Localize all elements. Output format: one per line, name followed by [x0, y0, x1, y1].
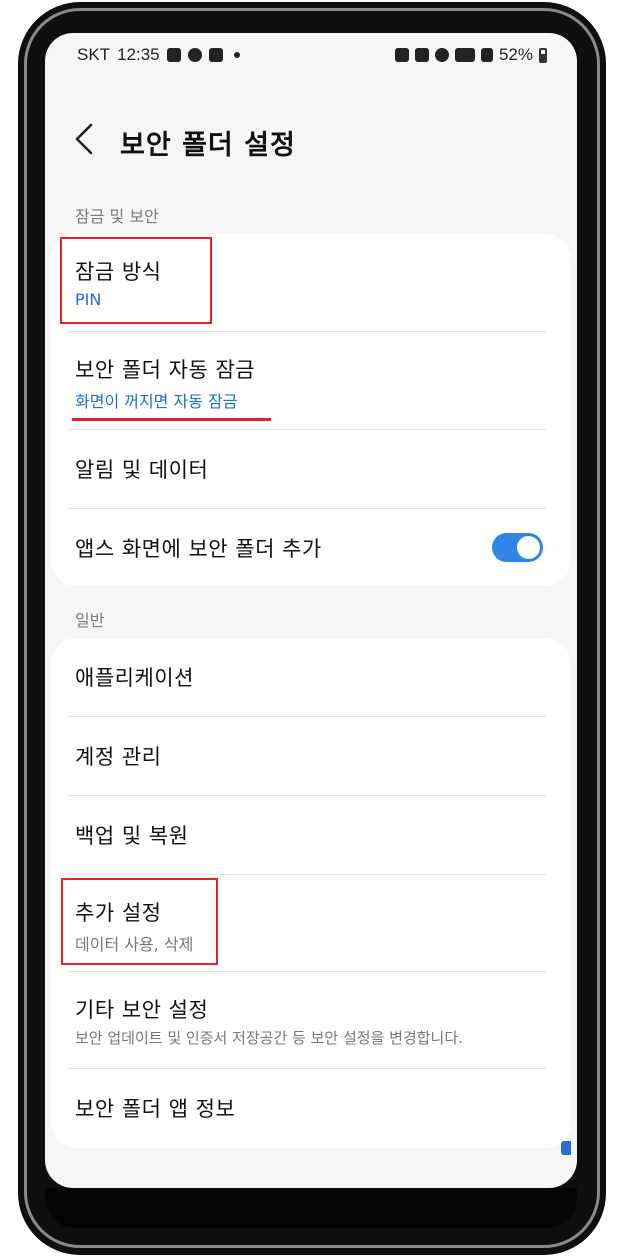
setting-applications[interactable]: 애플리케이션 — [51, 638, 571, 716]
underline-auto-lock — [72, 418, 271, 421]
chevron-left-icon — [75, 123, 93, 155]
setting-notifications-data[interactable]: 알림 및 데이터 — [51, 430, 571, 508]
phone-chin — [45, 1188, 577, 1228]
add-to-apps-toggle[interactable] — [492, 533, 543, 562]
edge-handle-icon[interactable] — [561, 1141, 571, 1155]
app-header: 보안 폴더 설정 — [45, 117, 577, 177]
lock-icon — [414, 48, 429, 62]
setting-description: 보안 업데이트 및 인증서 저장공간 등 보안 설정을 변경합니다. — [75, 1029, 463, 1047]
alarm-icon — [434, 48, 449, 62]
battery-percent: 52% — [498, 45, 533, 64]
status-left: SKT 12:35 — [77, 45, 240, 65]
setting-title: 애플리케이션 — [75, 666, 194, 690]
section-label-general: 일반 — [75, 611, 105, 630]
section-label-lock-security: 잠금 및 보안 — [75, 207, 159, 226]
setting-other-security[interactable]: 기타 보안 설정 보안 업데이트 및 인증서 저장공간 등 보안 설정을 변경합… — [51, 972, 571, 1068]
more-notifications-icon — [233, 52, 240, 58]
setting-add-to-apps[interactable]: 앱스 화면에 보안 폴더 추가 — [51, 509, 571, 586]
status-bar: SKT 12:35 52% — [45, 33, 577, 77]
battery-icon — [539, 47, 547, 63]
time-label: 12:35 — [117, 45, 160, 64]
back-button[interactable] — [71, 121, 111, 165]
notification-icon — [166, 48, 181, 62]
setting-title: 백업 및 복원 — [75, 824, 189, 848]
setting-title: 계정 관리 — [75, 745, 162, 769]
page-title: 보안 폴더 설정 — [120, 130, 296, 161]
screen: SKT 12:35 52% 보안 폴더 설정 잠금 및 보안 잠금 방식 PIN… — [45, 33, 577, 1188]
carrier-label: SKT — [77, 45, 111, 64]
setting-title: 알림 및 데이터 — [75, 458, 209, 482]
setting-value: 화면이 꺼지면 자동 잠금 — [75, 392, 238, 411]
setting-backup-restore[interactable]: 백업 및 복원 — [51, 796, 571, 874]
app-notification-icon — [187, 48, 202, 62]
setting-title: 기타 보안 설정 — [75, 998, 209, 1022]
toggle-knob — [517, 536, 540, 559]
wifi-icon — [454, 48, 475, 62]
setting-accounts[interactable]: 계정 관리 — [51, 717, 571, 795]
signal-icon — [480, 48, 493, 62]
setting-app-info[interactable]: 보안 폴더 앱 정보 — [51, 1069, 571, 1148]
setting-title: 보안 폴더 앱 정보 — [75, 1097, 236, 1121]
setting-title: 앱스 화면에 보안 폴더 추가 — [75, 537, 322, 561]
highlight-lock-type — [60, 237, 212, 324]
highlight-more-settings — [61, 878, 218, 965]
secure-folder-icon — [394, 48, 409, 62]
gallery-icon — [208, 48, 223, 62]
setting-auto-lock[interactable]: 보안 폴더 자동 잠금 화면이 꺼지면 자동 잠금 — [51, 332, 571, 429]
status-right: 52% — [394, 45, 547, 65]
setting-title: 보안 폴더 자동 잠금 — [75, 358, 256, 382]
